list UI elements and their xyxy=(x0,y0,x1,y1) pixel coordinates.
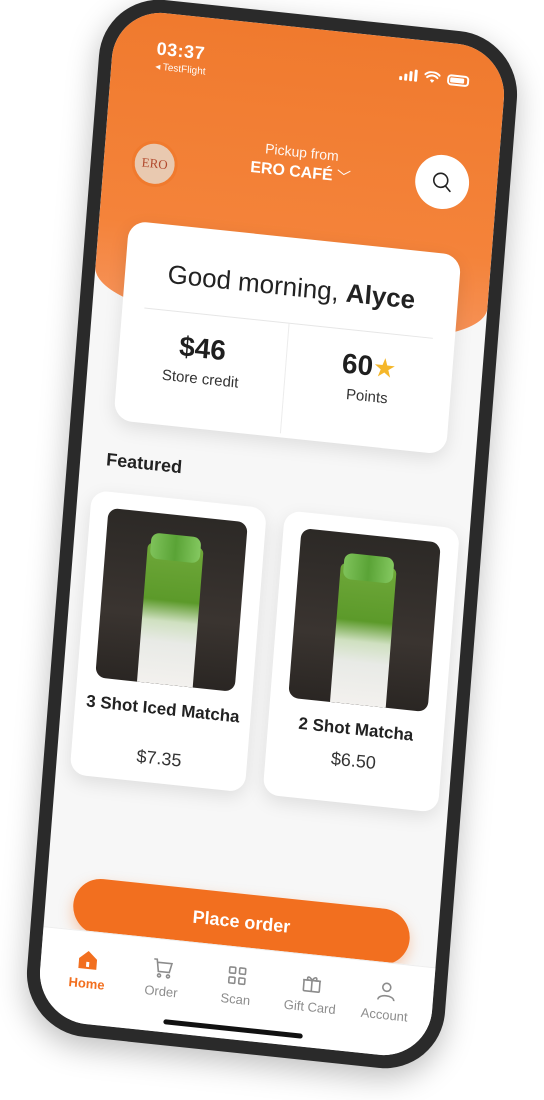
cart-icon xyxy=(154,958,174,979)
wifi-icon xyxy=(424,71,441,83)
person-icon xyxy=(376,982,395,1002)
tab-home-label: Home xyxy=(67,974,106,993)
search-icon xyxy=(432,172,451,193)
tab-scan-label: Scan xyxy=(220,990,251,1009)
featured-heading: Featured xyxy=(105,449,183,478)
signal-icon xyxy=(399,68,418,82)
product-card[interactable]: 2 Shot Matcha $6.50 xyxy=(262,510,461,813)
product-image xyxy=(95,507,248,692)
points-stat[interactable]: 60★ Points xyxy=(279,323,455,451)
product-card[interactable]: 3 Shot Iced Matcha $7.35 xyxy=(69,489,267,793)
points-value: 60 xyxy=(340,347,375,382)
product-name: 3 Shot Iced Matcha xyxy=(85,691,241,727)
gift-icon xyxy=(302,976,321,993)
product-name: 2 Shot Matcha xyxy=(297,713,415,745)
chevron-down-icon: ﹀ xyxy=(335,167,352,186)
stats-row: $46 Store credit 60★ Points xyxy=(114,306,455,451)
tab-order[interactable]: Order xyxy=(123,936,200,1035)
store-credit-stat[interactable]: $46 Store credit xyxy=(114,306,288,433)
phone-frame: 03:37 ◂ TestFlight ERO Pickup from ERO C… xyxy=(22,0,522,1075)
tab-account[interactable]: Account xyxy=(346,960,423,1059)
greeting-prefix: Good morning, xyxy=(166,258,341,307)
star-icon: ★ xyxy=(371,351,398,385)
product-image xyxy=(288,528,441,713)
tab-account-label: Account xyxy=(360,1004,409,1025)
scan-icon xyxy=(227,966,247,986)
product-price: $7.35 xyxy=(135,746,183,771)
tab-home[interactable]: Home xyxy=(49,928,126,1027)
tab-gift-card-label: Gift Card xyxy=(283,996,337,1018)
tab-order-label: Order xyxy=(143,982,179,1001)
app-screen: 03:37 ◂ TestFlight ERO Pickup from ERO C… xyxy=(36,7,508,1061)
battery-icon xyxy=(446,73,470,87)
user-name: Alyce xyxy=(344,277,417,315)
home-icon xyxy=(78,951,98,970)
greeting-card: Good morning, Alyce $46 Store credit 60★… xyxy=(113,220,462,455)
featured-products: 3 Shot Iced Matcha $7.35 2 Shot Matcha $… xyxy=(69,489,461,813)
product-price: $6.50 xyxy=(330,748,377,774)
